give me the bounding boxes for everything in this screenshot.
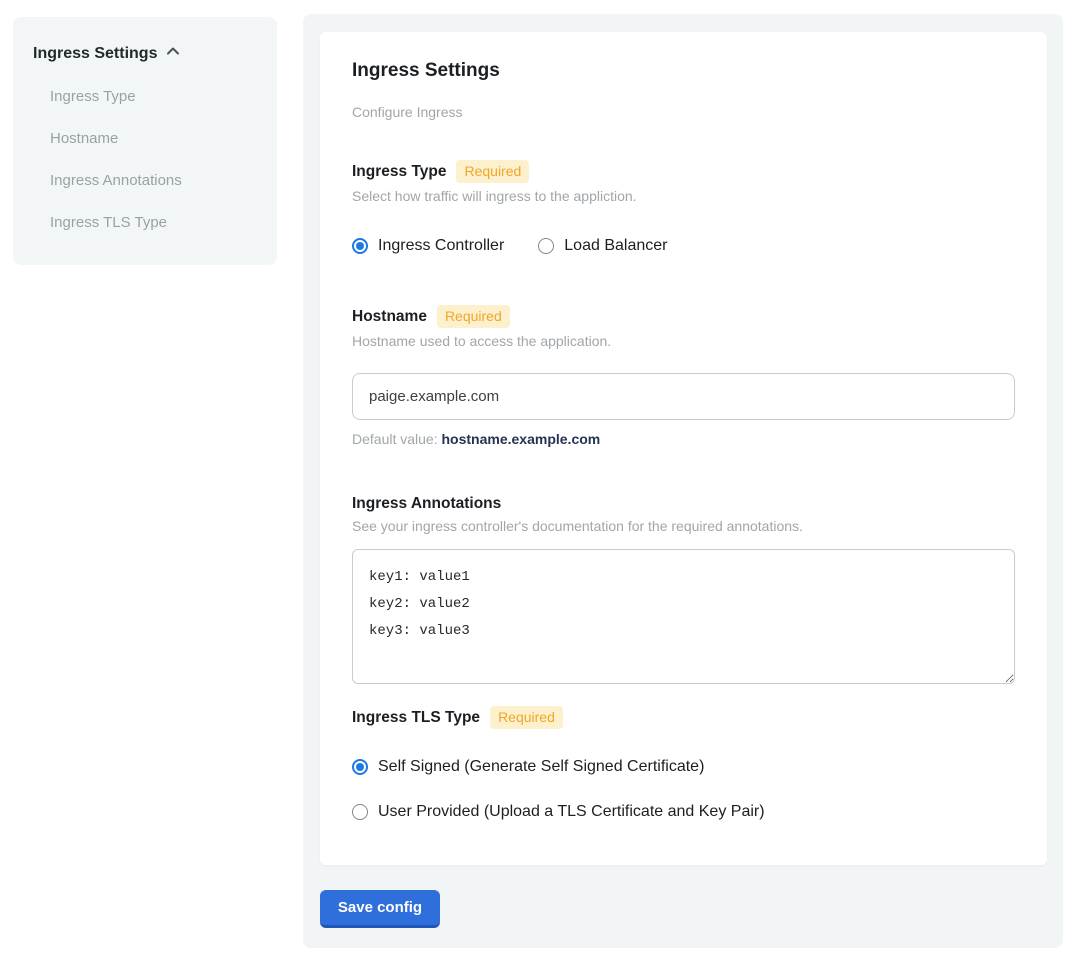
radio-selected-icon[interactable]	[352, 759, 368, 775]
tls-type-header: Ingress TLS Type Required	[352, 706, 1015, 729]
required-badge: Required	[456, 160, 529, 183]
tls-type-label: Ingress TLS Type	[352, 709, 480, 727]
page-subtitle: Configure Ingress	[352, 104, 1015, 121]
hostname-default-line: Default value: hostname.example.com	[352, 431, 1015, 448]
settings-panel: Ingress Settings Configure Ingress Ingre…	[303, 14, 1063, 948]
chevron-up-icon	[165, 43, 181, 64]
default-value-text: hostname.example.com	[442, 431, 601, 447]
page-title: Ingress Settings	[352, 60, 1015, 82]
radio-load-balancer[interactable]: Load Balancer	[538, 236, 667, 255]
radio-self-signed[interactable]: Self Signed (Generate Self Signed Certif…	[352, 757, 1015, 776]
tls-type-radio-group: Self Signed (Generate Self Signed Certif…	[352, 757, 1015, 821]
annotations-textarea[interactable]: key1: value1 key2: value2 key3: value3	[352, 549, 1015, 684]
hostname-description: Hostname used to access the application.	[352, 333, 1015, 350]
hostname-header: Hostname Required	[352, 305, 1015, 328]
annotations-description: See your ingress controller's documentat…	[352, 518, 1015, 535]
ingress-type-header: Ingress Type Required	[352, 160, 1015, 183]
radio-user-provided-label: User Provided (Upload a TLS Certificate …	[378, 802, 765, 821]
radio-unselected-icon[interactable]	[538, 238, 554, 254]
radio-selected-icon[interactable]	[352, 238, 368, 254]
radio-unselected-icon[interactable]	[352, 804, 368, 820]
required-badge: Required	[490, 706, 563, 729]
radio-user-provided[interactable]: User Provided (Upload a TLS Certificate …	[352, 802, 1015, 821]
sidebar-item-hostname[interactable]: Hostname	[50, 130, 257, 148]
radio-ingress-controller[interactable]: Ingress Controller	[352, 236, 504, 255]
save-config-button[interactable]: Save config	[320, 890, 440, 928]
sidebar-section-title: Ingress Settings	[33, 45, 157, 63]
radio-ingress-controller-label: Ingress Controller	[378, 236, 504, 255]
annotations-header: Ingress Annotations	[352, 495, 1015, 513]
hostname-input[interactable]	[352, 373, 1015, 420]
hostname-label: Hostname	[352, 308, 427, 326]
ingress-type-description: Select how traffic will ingress to the a…	[352, 188, 1015, 205]
sidebar-item-ingress-annotations[interactable]: Ingress Annotations	[50, 172, 257, 190]
ingress-type-label: Ingress Type	[352, 163, 446, 181]
ingress-type-radio-group: Ingress Controller Load Balancer	[352, 236, 1015, 255]
radio-self-signed-label: Self Signed (Generate Self Signed Certif…	[378, 757, 704, 776]
sidebar-item-list: Ingress Type Hostname Ingress Annotation…	[33, 88, 257, 232]
settings-sidebar: Ingress Settings Ingress Type Hostname I…	[13, 17, 277, 265]
ingress-settings-card: Ingress Settings Configure Ingress Ingre…	[320, 32, 1047, 865]
required-badge: Required	[437, 305, 510, 328]
sidebar-section-ingress-settings[interactable]: Ingress Settings	[33, 43, 257, 64]
sidebar-item-ingress-tls-type[interactable]: Ingress TLS Type	[50, 214, 257, 232]
radio-load-balancer-label: Load Balancer	[564, 236, 667, 255]
default-value-prefix: Default value:	[352, 431, 438, 447]
annotations-label: Ingress Annotations	[352, 495, 501, 513]
sidebar-item-ingress-type[interactable]: Ingress Type	[50, 88, 257, 106]
